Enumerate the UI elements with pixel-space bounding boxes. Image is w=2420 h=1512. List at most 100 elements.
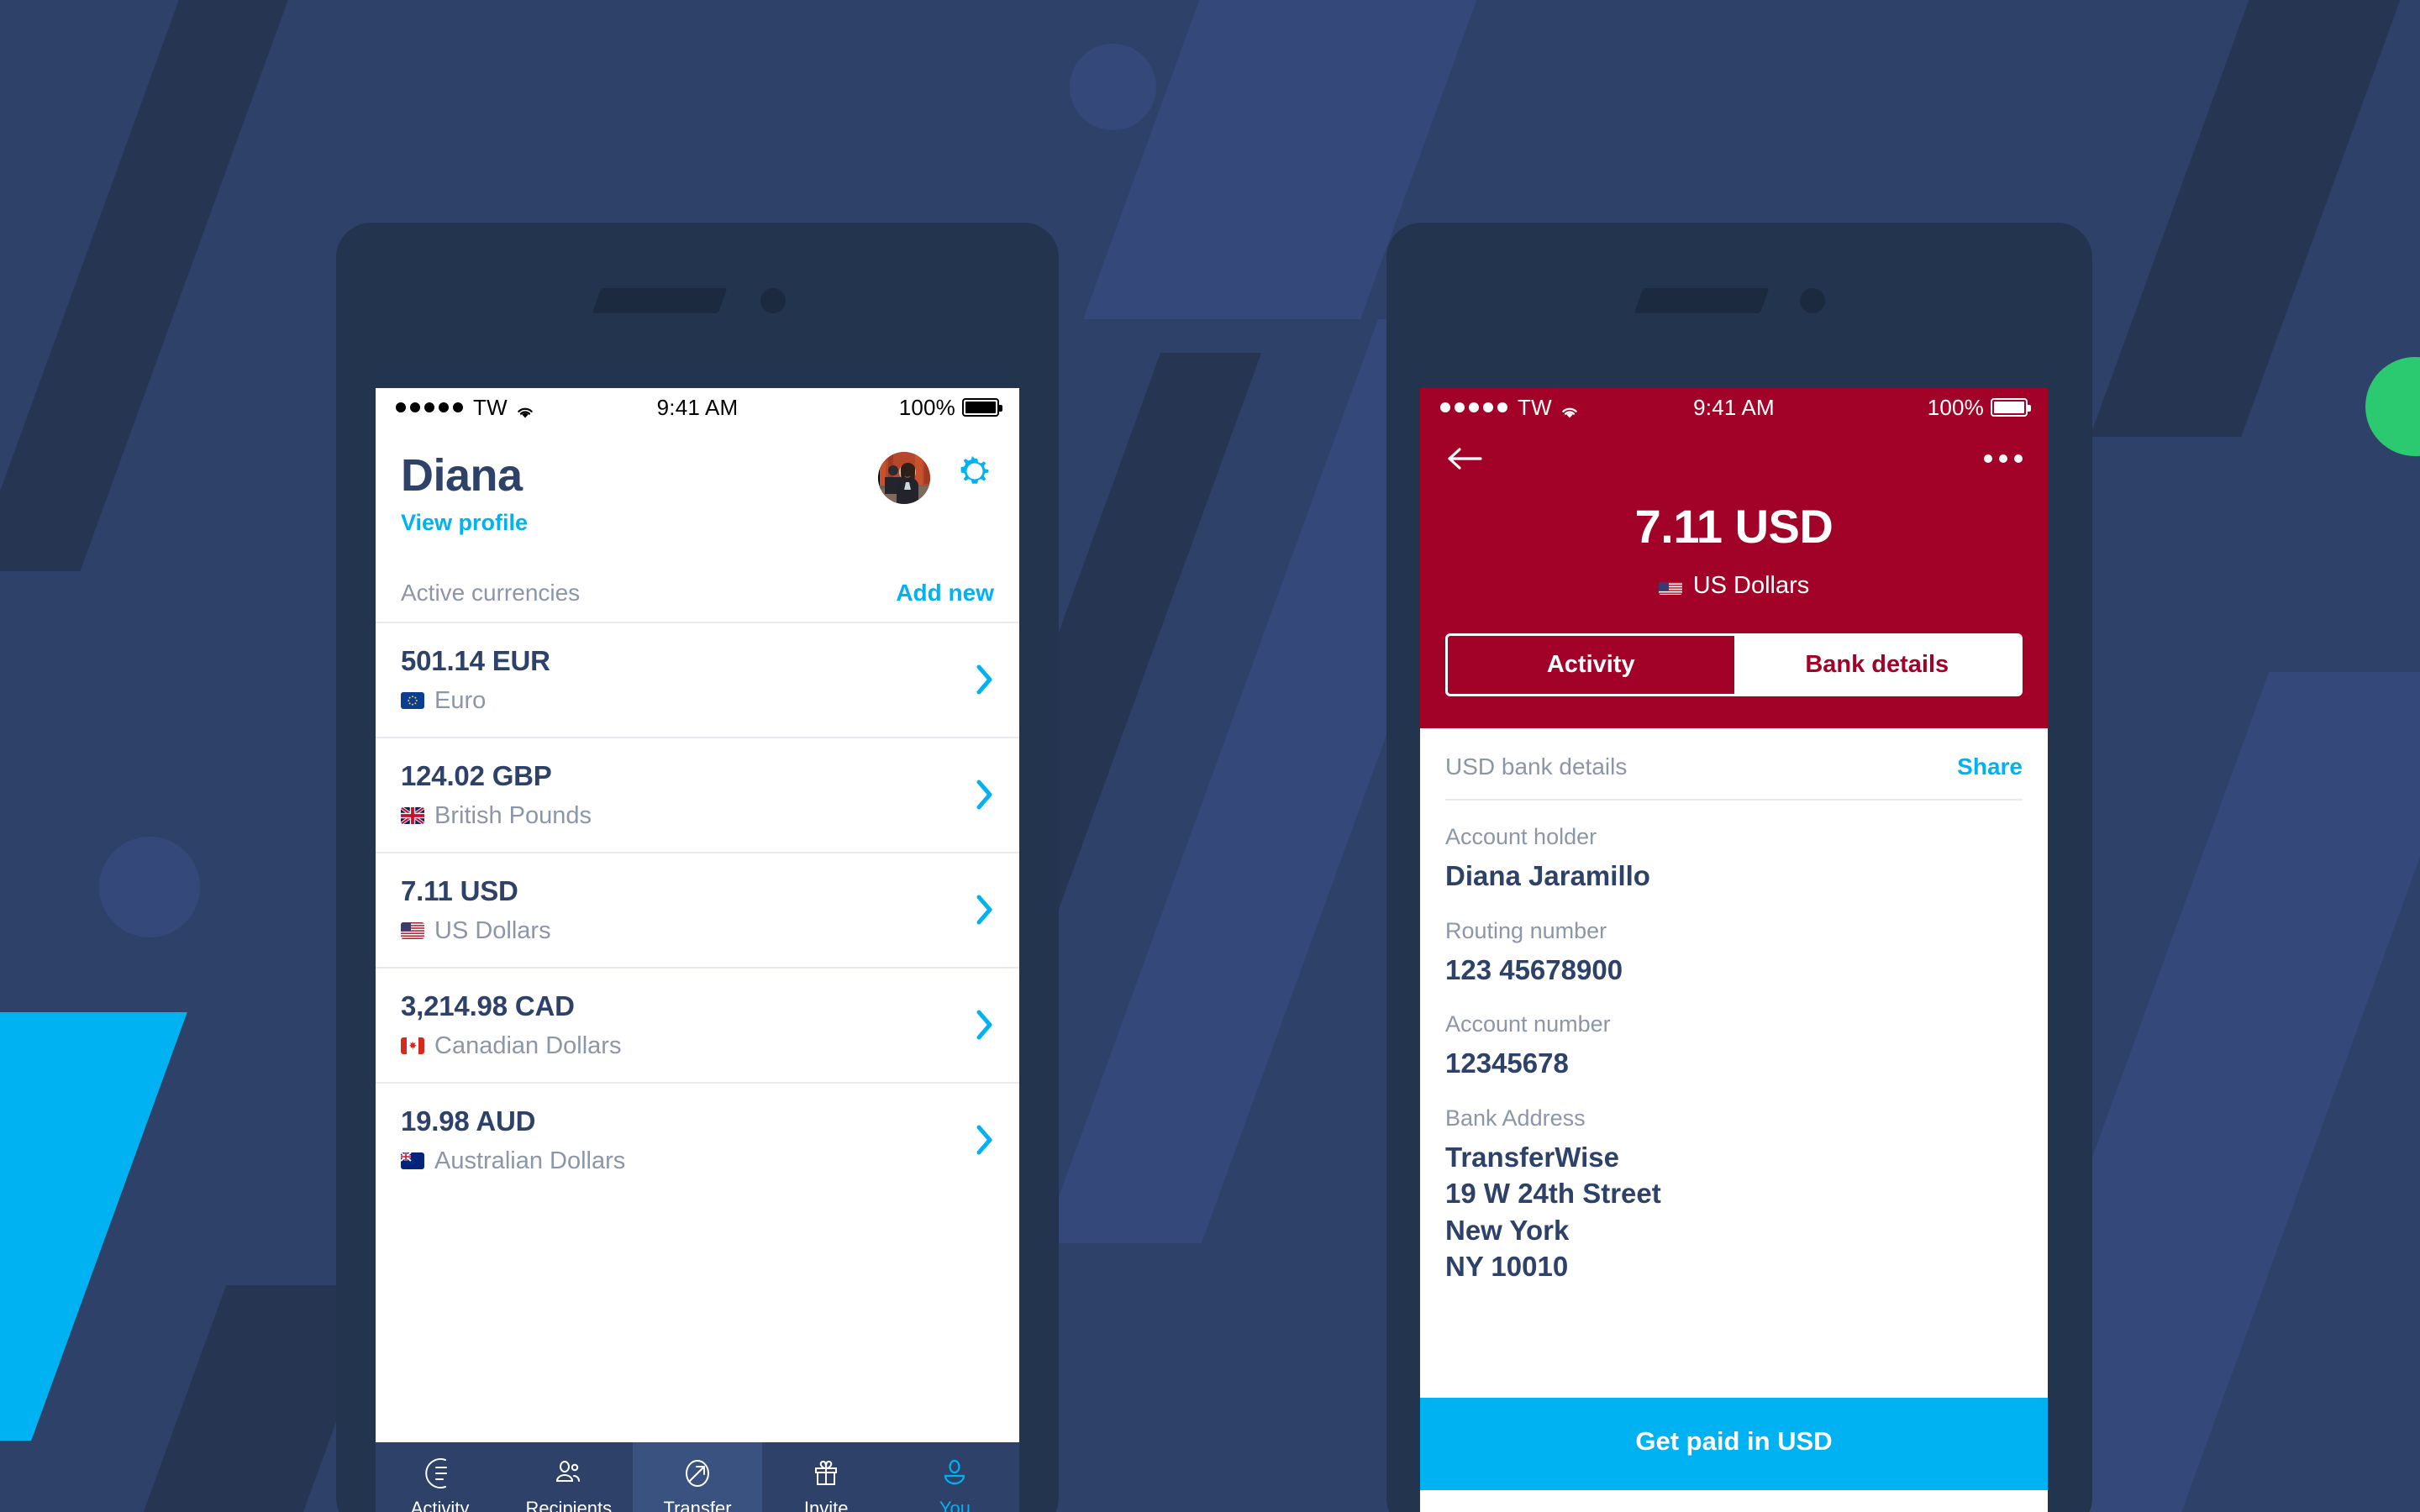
tab-invite[interactable]: Invite [762,1442,891,1512]
status-time: 9:41 AM [656,394,739,420]
tab-label: Transfer [663,1498,732,1512]
active-currencies-header: Active currencies Add new [376,580,1019,606]
gb-flag [401,807,424,825]
transfer-icon [680,1456,715,1491]
bg-circle-navy-2 [99,837,200,937]
field-value: TransferWise 19 W 24th Street New York N… [1445,1141,1661,1283]
right-status-bar: TW 9:41 AM 100% [1420,388,2048,427]
field-label: Bank Address [1445,1105,1586,1131]
bg-stripe-dark-4 [2090,0,2420,437]
recipients-icon [551,1456,587,1491]
field-value: Diana Jaramillo [1445,860,1650,891]
camera-icon [760,288,786,313]
section-title: Active currencies [401,579,581,606]
view-profile-link[interactable]: View profile [401,510,878,536]
gift-icon [808,1456,844,1491]
currency-amount: 3,214.98 CAD [401,990,575,1021]
tab-activity[interactable]: Activity [1448,636,1734,694]
currency-name: US Dollars [1692,572,1810,599]
more-options-icon[interactable] [1984,454,2023,463]
segmented-control: Activity Bank details [1445,633,2023,696]
bg-stripe-dark-1 [0,0,307,571]
speaker-grille [1634,288,1770,313]
tab-recipients[interactable]: Recipients [504,1442,633,1512]
status-time: 9:41 AM [1693,394,1775,420]
field-label: Account holder [1445,824,1597,849]
list-item[interactable]: 124.02 GBP British Pounds [376,736,1019,852]
get-paid-button[interactable]: Get paid in USD [1420,1398,2048,1490]
currency-name: Australian Dollars [434,1147,626,1174]
tab-transfer[interactable]: Transfer [633,1442,762,1512]
list-item[interactable]: 501.14 EUR Euro [376,621,1019,737]
carrier-label: TW [473,394,508,420]
left-status-bar: TW 9:41 AM 100% [376,388,1019,427]
status-battery-group: 100% [1775,394,2032,421]
currency-name: Euro [434,686,487,714]
list-item[interactable]: 19.98 AUD Australian Dollars [376,1081,1019,1197]
right-phone-top-bezel [1386,223,2092,391]
gear-icon[interactable] [955,452,994,491]
chevron-right-icon [976,664,994,696]
bg-circle-green [2365,357,2420,456]
currency-name: US Dollars [434,916,551,944]
nav-bar [1420,427,2048,472]
wifi-icon [515,400,535,418]
currency-amount: 19.98 AUD [401,1105,536,1137]
right-phone-screen: TW 9:41 AM 100% 7.11 USD US Dollars Acti… [1420,388,2048,1512]
us-flag [401,922,424,940]
field-label: Routing number [1445,917,1607,943]
right-phone-device: TW 9:41 AM 100% 7.11 USD US Dollars Acti… [1386,223,2092,1512]
tab-bank-details[interactable]: Bank details [1733,636,2020,694]
bank-details-panel: USD bank details Share Account holder Di… [1420,728,2048,1490]
chevron-right-icon [976,1124,994,1156]
carrier-label: TW [1518,394,1552,420]
left-phone-top-bezel [336,223,1059,391]
camera-icon [1800,288,1825,313]
tab-label: Invite [803,1498,849,1512]
battery-percent-label: 100% [1927,394,1985,420]
tab-label: Activity [410,1498,470,1512]
currency-header-panel: TW 9:41 AM 100% 7.11 USD US Dollars Acti… [1420,388,2048,728]
speaker-grille [592,288,728,313]
field-value: 123 45678900 [1445,953,1623,985]
balance-amount: 7.11 USD [1634,500,1833,553]
signal-dots-icon [1440,402,1507,412]
back-arrow-icon[interactable] [1445,445,1482,472]
tab-label: You [939,1498,971,1512]
profile-header: Diana View profile [376,427,1019,536]
page-title: Diana [401,450,523,501]
list-item[interactable]: 7.11 USD US Dollars [376,851,1019,967]
currency-name: British Pounds [434,801,592,829]
status-battery-group: 100% [738,394,1003,421]
field-label: Account number [1445,1011,1611,1037]
currency-amount: 7.11 USD [401,874,518,906]
bg-stripe-cyan [0,1012,187,1441]
tab-label: Recipients [525,1498,613,1512]
battery-percent-label: 100% [898,394,956,420]
signal-dots-icon [396,402,463,412]
chevron-right-icon [976,1009,994,1041]
field-bank-address: Bank Address TransferWise 19 W 24th Stre… [1445,1105,2023,1285]
battery-full-icon [1991,398,2032,417]
tab-activity[interactable]: Activity [376,1442,504,1512]
currency-name: Canadian Dollars [434,1032,622,1059]
chevron-right-icon [976,894,994,926]
currency-label-row: US Dollars [1420,572,2048,600]
add-new-link[interactable]: Add new [896,580,994,606]
field-account-number: Account number 12345678 [1445,1011,2023,1082]
eu-flag [401,692,424,710]
status-signal-group: TW [1440,395,1693,421]
activity-icon [423,1456,458,1491]
left-phone-screen: TW 9:41 AM 100% Diana View profile Activ… [376,388,1019,1512]
battery-full-icon [962,398,1003,417]
currency-amount: 501.14 EUR [401,644,550,676]
field-account-holder: Account holder Diana Jaramillo [1445,824,2023,895]
us-flag [1658,578,1682,595]
tab-you[interactable]: You [891,1442,1019,1512]
field-value: 12345678 [1445,1047,1569,1079]
share-link[interactable]: Share [1957,753,2023,780]
avatar[interactable] [878,452,930,504]
chevron-right-icon [976,779,994,811]
section-title: USD bank details [1445,753,1628,780]
list-item[interactable]: 3,214.98 CAD Canadian Dollars [376,966,1019,1082]
